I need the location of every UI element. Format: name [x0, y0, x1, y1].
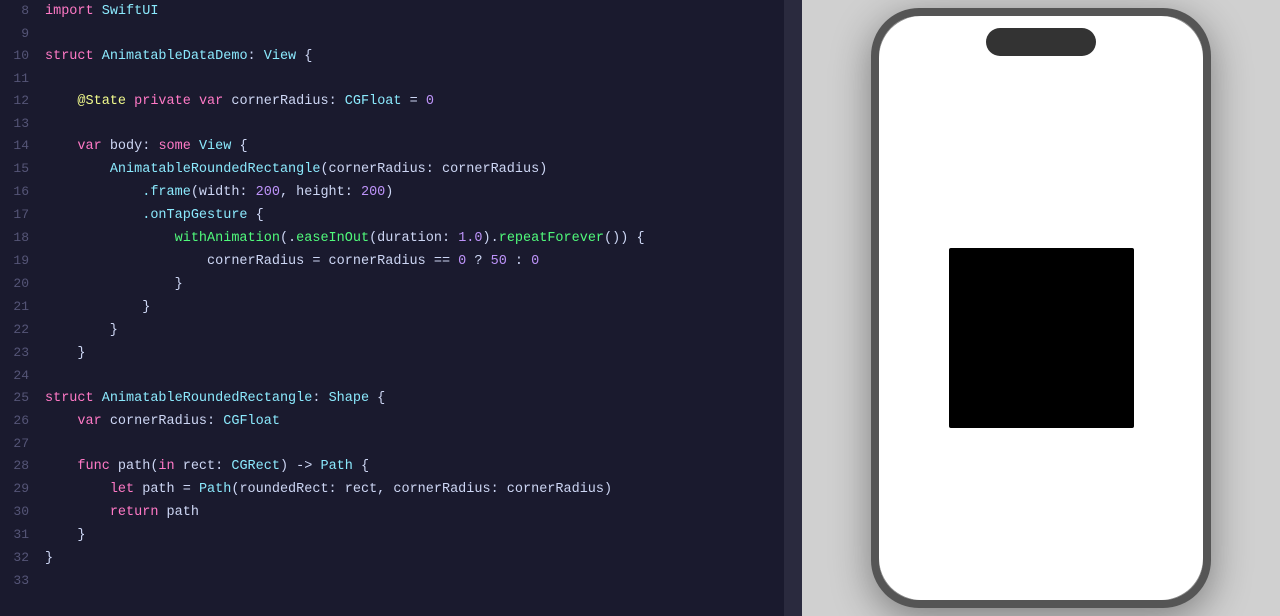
table-row: 26 var cornerRadius: CGFloat [0, 410, 796, 433]
table-row: 23 } [0, 342, 796, 365]
iphone-mockup [871, 8, 1211, 608]
table-row: 28 func path(in rect: CGRect) -> Path { [0, 455, 796, 478]
table-row: 10 struct AnimatableDataDemo: View { [0, 45, 796, 68]
table-row: 19 cornerRadius = cornerRadius == 0 ? 50… [0, 250, 796, 273]
table-row: 24 [0, 365, 796, 387]
iphone-screen [879, 16, 1203, 600]
code-lines: 8 import SwiftUI 9 10 struct AnimatableD… [0, 0, 796, 592]
scrollbar[interactable] [784, 0, 796, 616]
table-row: 33 [0, 570, 796, 592]
table-row: 9 [0, 23, 796, 45]
table-row: 22 } [0, 319, 796, 342]
table-row: 18 withAnimation(.easeInOut(duration: 1.… [0, 227, 796, 250]
preview-panel [802, 0, 1280, 616]
table-row: 16 .frame(width: 200, height: 200) [0, 181, 796, 204]
iphone-notch [986, 28, 1096, 56]
table-row: 8 import SwiftUI [0, 0, 796, 23]
table-row: 25 struct AnimatableRoundedRectangle: Sh… [0, 387, 796, 410]
table-row: 15 AnimatableRoundedRectangle(cornerRadi… [0, 158, 796, 181]
table-row: 31 } [0, 524, 796, 547]
table-row: 13 [0, 113, 796, 135]
demo-rectangle [949, 248, 1134, 428]
table-row: 29 let path = Path(roundedRect: rect, co… [0, 478, 796, 501]
table-row: 11 [0, 68, 796, 90]
table-row: 12 @State private var cornerRadius: CGFl… [0, 90, 796, 113]
table-row: 21 } [0, 296, 796, 319]
table-row: 30 return path [0, 501, 796, 524]
code-editor[interactable]: 8 import SwiftUI 9 10 struct AnimatableD… [0, 0, 796, 616]
table-row: 17 .onTapGesture { [0, 204, 796, 227]
table-row: 27 [0, 433, 796, 455]
table-row: 14 var body: some View { [0, 135, 796, 158]
table-row: 20 } [0, 273, 796, 296]
table-row: 32 } [0, 547, 796, 570]
